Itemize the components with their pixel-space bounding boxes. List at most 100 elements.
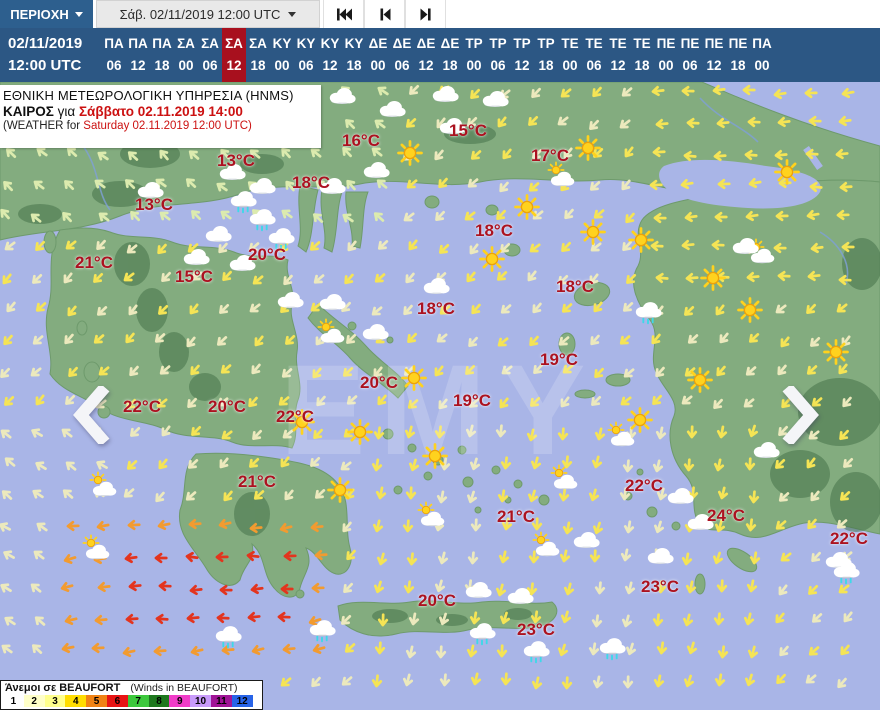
beaufort-scale-cell: 8 <box>148 695 170 707</box>
timeline-cell[interactable]: ΣΑ 06 <box>198 28 222 82</box>
temperature-label: 23°C <box>641 577 679 596</box>
temperature-label: 18°C <box>556 277 594 296</box>
chevron-left-icon <box>73 386 110 444</box>
sun-icon <box>397 140 423 166</box>
timeline-cell[interactable]: ΤΡ 18 <box>534 28 558 82</box>
temperature-label: 18°C <box>292 173 330 192</box>
timeline-cell[interactable]: ΣΑ 12 <box>222 28 246 82</box>
legend-title-row: Άνεμοι σε BEAUFORT (Winds in BEAUFORT) <box>3 682 260 694</box>
temperature-label: 21°C <box>497 507 535 526</box>
beaufort-scale-cell: 3 <box>44 695 66 707</box>
temperature-label: 13°C <box>217 151 255 170</box>
skip-to-start-icon <box>336 8 352 20</box>
temperature-label: 19°C <box>453 391 491 410</box>
forecast-title-utc: (WEATHER for Saturday 02.11.2019 12:00 U… <box>3 120 252 132</box>
timeline-cell[interactable]: ΤΕ 18 <box>630 28 654 82</box>
playback-controls <box>323 0 446 28</box>
sun-icon <box>575 135 601 161</box>
timeline-cell[interactable]: ΠΑ 00 <box>750 28 774 82</box>
timeline-cells: ΠΑ 06 ΠΑ 12 ΠΑ 18 ΣΑ 00 ΣΑ 06 ΣΑ 12 ΣΑ 18 ΚΥ 00 ΚΥ 06 ΚΥ 12… <box>102 28 774 82</box>
step-back-button[interactable] <box>364 0 405 28</box>
timeline-cell[interactable]: ΔΕ 12 <box>414 28 438 82</box>
temperature-label: 24°C <box>707 506 745 525</box>
land-chalkidiki <box>297 185 369 253</box>
beaufort-scale-cell: 1 <box>3 695 24 707</box>
timeline-cell[interactable]: ΠΕ 18 <box>726 28 750 82</box>
timeline-cell[interactable]: ΤΕ 00 <box>558 28 582 82</box>
skip-to-start-button[interactable] <box>323 0 364 28</box>
sun-icon <box>700 265 726 291</box>
timeline-cell[interactable]: ΠΕ 06 <box>678 28 702 82</box>
wind-legend: Άνεμοι σε BEAUFORT (Winds in BEAUFORT) 1… <box>0 680 263 710</box>
chevron-down-icon <box>74 11 83 17</box>
timeline-cell[interactable]: ΠΑ 06 <box>102 28 126 82</box>
timeline-cell[interactable]: ΠΕ 12 <box>702 28 726 82</box>
timeline-cell[interactable]: ΤΕ 12 <box>606 28 630 82</box>
pan-left-button[interactable] <box>70 386 112 444</box>
temperature-label: 22°C <box>276 407 314 426</box>
timeline-cell[interactable]: ΣΑ 18 <box>246 28 270 82</box>
timeline-cell[interactable]: ΚΥ 12 <box>318 28 342 82</box>
sun-icon <box>347 419 373 445</box>
temperature-label: 15°C <box>449 121 487 140</box>
timeline-cell[interactable]: ΠΑ 12 <box>126 28 150 82</box>
step-forward-icon <box>420 8 431 20</box>
forecast-title-local: ΚΑΙΡΟΣ για Σάββατο 02.11.2019 14:00 <box>3 104 243 119</box>
temperature-label: 20°C <box>208 397 246 416</box>
sun-icon <box>823 339 849 365</box>
pan-right-button[interactable] <box>780 386 822 444</box>
map-canvas: ΕΜΥ <box>0 82 880 710</box>
weather-map: ΕΜΥ ΕΘΝΙΚΗ ΜΕΤΕΩΡΟΛΟΓΙΚΗ ΥΠΗΡΕΣΙΑ (HNMS)… <box>0 82 880 710</box>
legend-title: Άνεμοι σε BEAUFORT <box>5 682 121 694</box>
temperature-label: 20°C <box>248 245 286 264</box>
temperature-label: 15°C <box>175 267 213 286</box>
region-dropdown-button[interactable]: ΠΕΡΙΟΧΗ <box>0 0 93 28</box>
temperature-label: 16°C <box>342 131 380 150</box>
beaufort-scale: 1 2 3 4 5 6 7 8 9 10 11 12 <box>3 695 260 707</box>
timeline-cell[interactable]: ΔΕ 00 <box>366 28 390 82</box>
sun-icon <box>628 227 654 253</box>
temperature-label: 18°C <box>417 299 455 318</box>
timeline-cell[interactable]: ΠΑ 18 <box>150 28 174 82</box>
sun-icon <box>580 219 606 245</box>
beaufort-scale-cell: 7 <box>127 695 149 707</box>
timeline-cell[interactable]: ΠΕ 00 <box>654 28 678 82</box>
beaufort-scale-cell: 11 <box>210 695 232 707</box>
timeline-cell[interactable]: ΤΡ 12 <box>510 28 534 82</box>
temperature-label: 20°C <box>418 591 456 610</box>
beaufort-scale-cell: 12 <box>231 695 253 707</box>
temperature-label: 21°C <box>75 253 113 272</box>
timeline-cell[interactable]: ΤΡ 00 <box>462 28 486 82</box>
temperature-label: 13°C <box>135 195 173 214</box>
region-dropdown-label: ΠΕΡΙΟΧΗ <box>10 6 69 22</box>
chevron-down-icon <box>288 11 297 17</box>
timeline-cell[interactable]: ΚΥ 00 <box>270 28 294 82</box>
sun-icon <box>737 297 763 323</box>
timeline-cell[interactable]: ΤΕ 06 <box>582 28 606 82</box>
timeline-cell[interactable]: ΔΕ 18 <box>438 28 462 82</box>
sun-icon <box>401 365 427 391</box>
timeline-time: 12:00 UTC <box>8 57 82 74</box>
beaufort-scale-cell: 4 <box>65 695 87 707</box>
beaufort-scale-cell: 9 <box>169 695 191 707</box>
beaufort-scale-cell: 6 <box>106 695 128 707</box>
sun-icon <box>422 443 448 469</box>
datetime-dropdown-label: Σάβ. 02/11/2019 12:00 UTC <box>119 6 281 22</box>
chevron-right-icon <box>782 386 819 444</box>
sun-icon <box>627 407 653 433</box>
timeline-cell[interactable]: ΚΥ 06 <box>294 28 318 82</box>
step-forward-button[interactable] <box>405 0 446 28</box>
datetime-dropdown-button[interactable]: Σάβ. 02/11/2019 12:00 UTC <box>96 0 320 28</box>
timeline-cell[interactable]: ΚΥ 18 <box>342 28 366 82</box>
timeline-cell[interactable]: ΔΕ 06 <box>390 28 414 82</box>
sun-icon <box>327 477 353 503</box>
agency-title: ΕΘΝΙΚΗ ΜΕΤΕΩΡΟΛΟΓΙΚΗ ΥΠΗΡΕΣΙΑ (HNMS) <box>3 88 294 103</box>
sun-icon <box>774 159 800 185</box>
sun-icon <box>514 194 540 220</box>
temperature-label: 18°C <box>475 221 513 240</box>
timeline-cell[interactable]: ΤΡ 06 <box>486 28 510 82</box>
temperature-label: 17°C <box>531 146 569 165</box>
sun-icon <box>687 367 713 393</box>
timeline-cell[interactable]: ΣΑ 00 <box>174 28 198 82</box>
temperature-label: 22°C <box>625 476 663 495</box>
